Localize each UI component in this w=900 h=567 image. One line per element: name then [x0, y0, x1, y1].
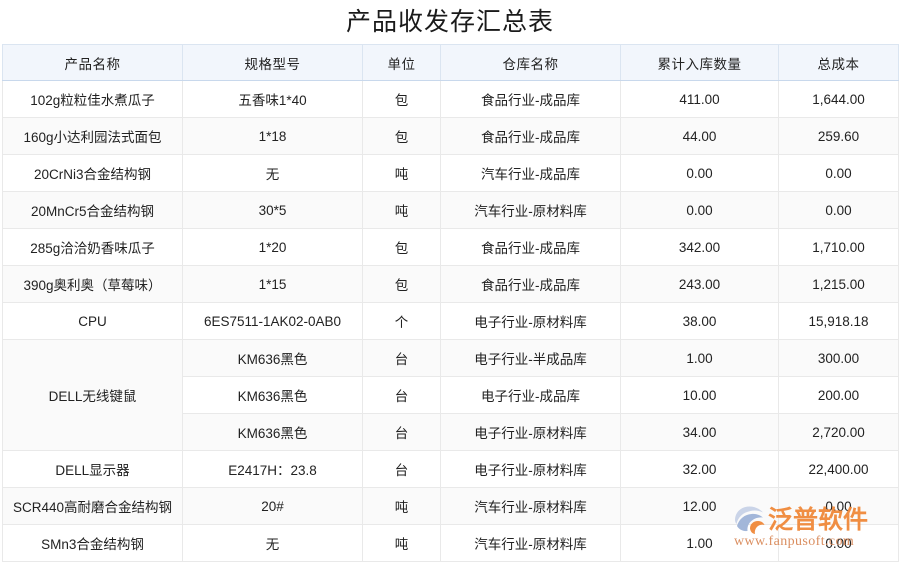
cell-total-cost: 259.60: [778, 117, 899, 155]
column-header-total-cost[interactable]: 总成本: [778, 44, 899, 81]
cell-product-name[interactable]: CPU: [2, 302, 183, 340]
cell-unit: 台: [362, 450, 441, 488]
cell-total-in-qty: 10.00: [620, 376, 779, 414]
cell-unit: 包: [362, 117, 441, 155]
cell-product-name[interactable]: 102g粒粒佳水煮瓜子: [2, 80, 183, 118]
cell-spec-model: 1*15: [182, 265, 363, 303]
cell-total-cost: 300.00: [778, 339, 899, 377]
cell-product-name[interactable]: 285g洽洽奶香味瓜子: [2, 228, 183, 266]
cell-total-in-qty: 12.00: [620, 487, 779, 525]
cell-spec-model: 20#: [182, 487, 363, 525]
table-row[interactable]: DELL显示器 E2417H：23.8 台电子行业-原材料库 32.00 22,400.…: [2, 450, 899, 488]
cell-total-cost: 1,644.00: [778, 80, 899, 118]
cell-product-name[interactable]: DELL无线键鼠: [2, 339, 183, 451]
table-header-row: 产品名称 规格型号 单位 仓库名称 累计入库数量 总成本: [2, 44, 899, 81]
column-header-product-name[interactable]: 产品名称: [2, 44, 183, 81]
table-row[interactable]: 160g小达利园法式面包 1*18 包食品行业-成品库 44.00 259.60: [2, 117, 899, 155]
cell-spec-model: 五香味1*40: [182, 80, 363, 118]
cell-warehouse: 食品行业-成品库: [440, 117, 621, 155]
cell-warehouse: 食品行业-成品库: [440, 80, 621, 118]
cell-total-cost: 1,710.00: [778, 228, 899, 266]
table-row[interactable]: 285g洽洽奶香味瓜子 1*20 包食品行业-成品库 342.00 1,710.00: [2, 228, 899, 266]
table-row[interactable]: CPU 6ES7511-1AK02-0AB0 个电子行业-原材料库 38.00 15,9…: [2, 302, 899, 340]
cell-warehouse: 汽车行业-原材料库: [440, 191, 621, 229]
cell-spec-model: KM636黑色: [182, 376, 363, 414]
cell-unit: 吨: [362, 524, 441, 562]
cell-product-name[interactable]: 20CrNi3合金结构钢: [2, 154, 183, 192]
cell-spec-model: E2417H：23.8: [182, 450, 363, 488]
cell-total-in-qty: 243.00: [620, 265, 779, 303]
cell-warehouse: 电子行业-原材料库: [440, 302, 621, 340]
cell-total-cost: 2,720.00: [778, 413, 899, 451]
column-header-warehouse[interactable]: 仓库名称: [440, 44, 621, 81]
cell-unit: 吨: [362, 487, 441, 525]
column-header-unit[interactable]: 单位: [362, 44, 441, 81]
cell-warehouse: 电子行业-成品库: [440, 376, 621, 414]
cell-total-cost: 200.00: [778, 376, 899, 414]
cell-warehouse: 电子行业-半成品库: [440, 339, 621, 377]
cell-total-in-qty: 34.00: [620, 413, 779, 451]
report-table-container: 产品名称 规格型号 单位 仓库名称 累计入库数量 总成本 102g粒粒佳水煮瓜子…: [0, 44, 900, 562]
cell-total-cost: 0.00: [778, 487, 899, 525]
cell-unit: 吨: [362, 191, 441, 229]
table-row[interactable]: 20CrNi3合金结构钢无吨汽车行业-成品库 0.00 0.00: [2, 154, 899, 192]
cell-unit: 台: [362, 413, 441, 451]
cell-unit: 吨: [362, 154, 441, 192]
table-header: 产品名称 规格型号 单位 仓库名称 累计入库数量 总成本: [2, 44, 899, 81]
cell-warehouse: 食品行业-成品库: [440, 228, 621, 266]
cell-total-in-qty: 342.00: [620, 228, 779, 266]
cell-total-in-qty: 44.00: [620, 117, 779, 155]
table-row[interactable]: SCR440高耐磨合金结构钢 20# 吨汽车行业-原材料库 12.00 0.00: [2, 487, 899, 525]
cell-unit: 包: [362, 80, 441, 118]
cell-unit: 包: [362, 228, 441, 266]
cell-product-name[interactable]: DELL显示器: [2, 450, 183, 488]
cell-unit: 个: [362, 302, 441, 340]
cell-warehouse: 电子行业-原材料库: [440, 413, 621, 451]
cell-total-in-qty: 0.00: [620, 154, 779, 192]
table-row[interactable]: 390g奥利奥（草莓味） 1*15 包食品行业-成品库 243.00 1,215.00: [2, 265, 899, 303]
cell-product-name[interactable]: 390g奥利奥（草莓味）: [2, 265, 183, 303]
cell-unit: 台: [362, 376, 441, 414]
column-header-spec-model[interactable]: 规格型号: [182, 44, 363, 81]
cell-total-cost: 15,918.18: [778, 302, 899, 340]
table-row[interactable]: SMn3合金结构钢无吨汽车行业-原材料库 1.00 0.00: [2, 524, 899, 562]
cell-unit: 包: [362, 265, 441, 303]
cell-total-in-qty: 0.00: [620, 191, 779, 229]
cell-spec-model: KM636黑色: [182, 413, 363, 451]
table-row[interactable]: 20MnCr5合金结构钢 30*5 吨汽车行业-原材料库 0.00 0.00: [2, 191, 899, 229]
cell-spec-model: 无: [182, 524, 363, 562]
cell-spec-model: 1*18: [182, 117, 363, 155]
table-row[interactable]: DELL无线键鼠 KM636黑色台电子行业-半成品库 1.00 300.00: [2, 339, 899, 451]
page-title: 产品收发存汇总表: [345, 8, 554, 36]
cell-total-in-qty: 1.00: [620, 339, 779, 377]
cell-product-name[interactable]: 160g小达利园法式面包: [2, 117, 183, 155]
cell-unit: 台: [362, 339, 441, 377]
cell-total-in-qty: 38.00: [620, 302, 779, 340]
cell-product-name[interactable]: 20MnCr5合金结构钢: [2, 191, 183, 229]
cell-total-cost: 1,215.00: [778, 265, 899, 303]
cell-product-name[interactable]: SCR440高耐磨合金结构钢: [2, 487, 183, 525]
table-body: 102g粒粒佳水煮瓜子 五香味1*40 包食品行业-成品库 411.00 1,644.0…: [2, 80, 899, 562]
cell-total-cost: 22,400.00: [778, 450, 899, 488]
cell-spec-model: 30*5: [182, 191, 363, 229]
table-row[interactable]: 102g粒粒佳水煮瓜子 五香味1*40 包食品行业-成品库 411.00 1,644.0…: [2, 80, 899, 118]
cell-spec-model: 无: [182, 154, 363, 192]
cell-warehouse: 食品行业-成品库: [440, 265, 621, 303]
cell-total-in-qty: 1.00: [620, 524, 779, 562]
cell-spec-model: 1*20: [182, 228, 363, 266]
cell-spec-model: 6ES7511-1AK02-0AB0: [182, 302, 363, 340]
cell-warehouse: 汽车行业-原材料库: [440, 487, 621, 525]
cell-total-cost: 0.00: [778, 524, 899, 562]
cell-total-cost: 0.00: [778, 191, 899, 229]
cell-spec-model: KM636黑色: [182, 339, 363, 377]
cell-product-name[interactable]: SMn3合金结构钢: [2, 524, 183, 562]
cell-total-in-qty: 411.00: [620, 80, 779, 118]
cell-warehouse: 汽车行业-原材料库: [440, 524, 621, 562]
cell-warehouse: 电子行业-原材料库: [440, 450, 621, 488]
cell-total-in-qty: 32.00: [620, 450, 779, 488]
cell-total-cost: 0.00: [778, 154, 899, 192]
cell-warehouse: 汽车行业-成品库: [440, 154, 621, 192]
product-inventory-summary-table: 产品名称 规格型号 单位 仓库名称 累计入库数量 总成本 102g粒粒佳水煮瓜子…: [2, 44, 899, 562]
column-header-total-in-qty[interactable]: 累计入库数量: [620, 44, 779, 81]
